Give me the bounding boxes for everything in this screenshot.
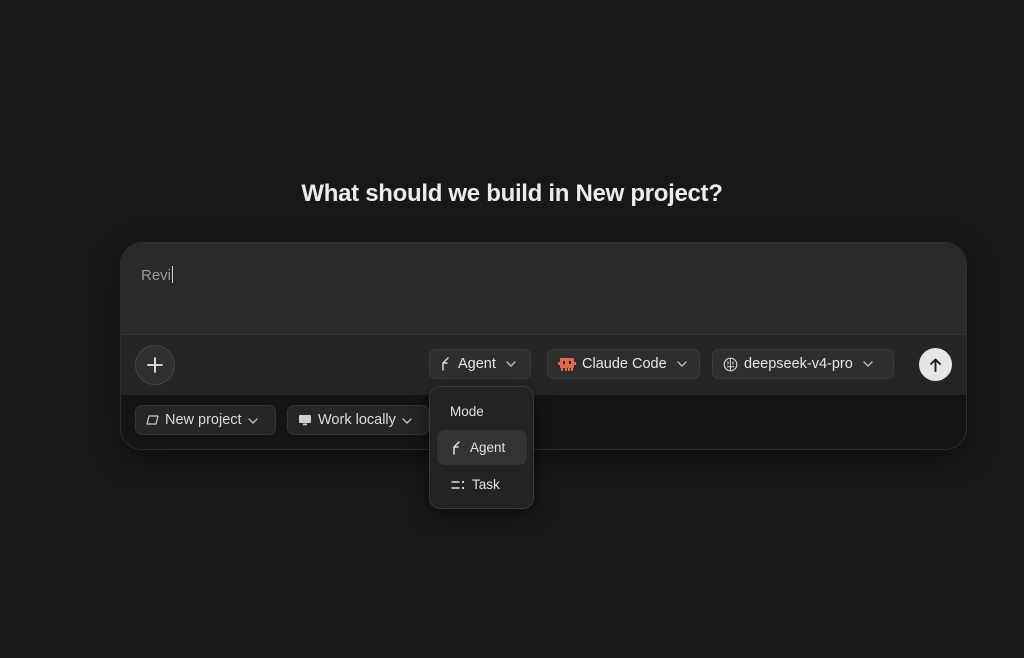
chevron-down-icon	[247, 412, 258, 428]
page-title: What should we build in New project?	[301, 180, 723, 207]
agent-dropdown[interactable]: Claude Code	[547, 349, 700, 379]
prompt-composer: Revi Agent Claude Code deepseek-v4-pro N…	[120, 242, 967, 450]
task-icon	[451, 479, 465, 491]
mode-menu-item-label: Task	[472, 477, 500, 492]
composer-toolbar: Agent Claude Code deepseek-v4-pro	[121, 334, 966, 396]
model-label: deepseek-v4-pro	[744, 356, 853, 372]
plus-icon	[146, 356, 164, 374]
claude-code-icon	[558, 357, 576, 371]
mode-label: Agent	[458, 356, 496, 372]
location-label: Work locally	[318, 412, 396, 428]
project-dropdown[interactable]: New project	[135, 405, 276, 435]
chevron-down-icon	[506, 361, 516, 367]
agent-icon	[451, 440, 463, 455]
mode-menu-item-label: Agent	[470, 440, 506, 455]
mode-menu: Mode Agent Task	[429, 386, 534, 509]
text-caret	[172, 266, 174, 283]
composer-bottom-bar: New project Work locally	[121, 395, 966, 449]
agent-label: Claude Code	[582, 356, 667, 372]
chevron-down-icon	[676, 361, 687, 367]
mode-menu-item-task[interactable]: Task	[437, 467, 527, 502]
monitor-icon	[298, 414, 312, 426]
chevron-down-icon	[402, 412, 412, 428]
prompt-input-text: Revi	[141, 266, 174, 284]
project-label: New project	[165, 412, 242, 428]
mode-menu-title: Mode	[450, 404, 484, 419]
model-dropdown[interactable]: deepseek-v4-pro	[712, 349, 894, 379]
add-attachment-button[interactable]	[135, 345, 175, 385]
chevron-down-icon	[863, 361, 873, 367]
project-icon	[146, 415, 159, 425]
agent-icon	[440, 357, 452, 371]
brain-icon	[723, 357, 738, 372]
send-button[interactable]	[919, 348, 952, 381]
mode-dropdown[interactable]: Agent	[429, 349, 531, 379]
prompt-input[interactable]: Revi	[121, 243, 966, 334]
arrow-up-icon	[929, 358, 942, 372]
mode-menu-item-agent[interactable]: Agent	[437, 430, 527, 465]
location-dropdown[interactable]: Work locally	[287, 405, 429, 435]
